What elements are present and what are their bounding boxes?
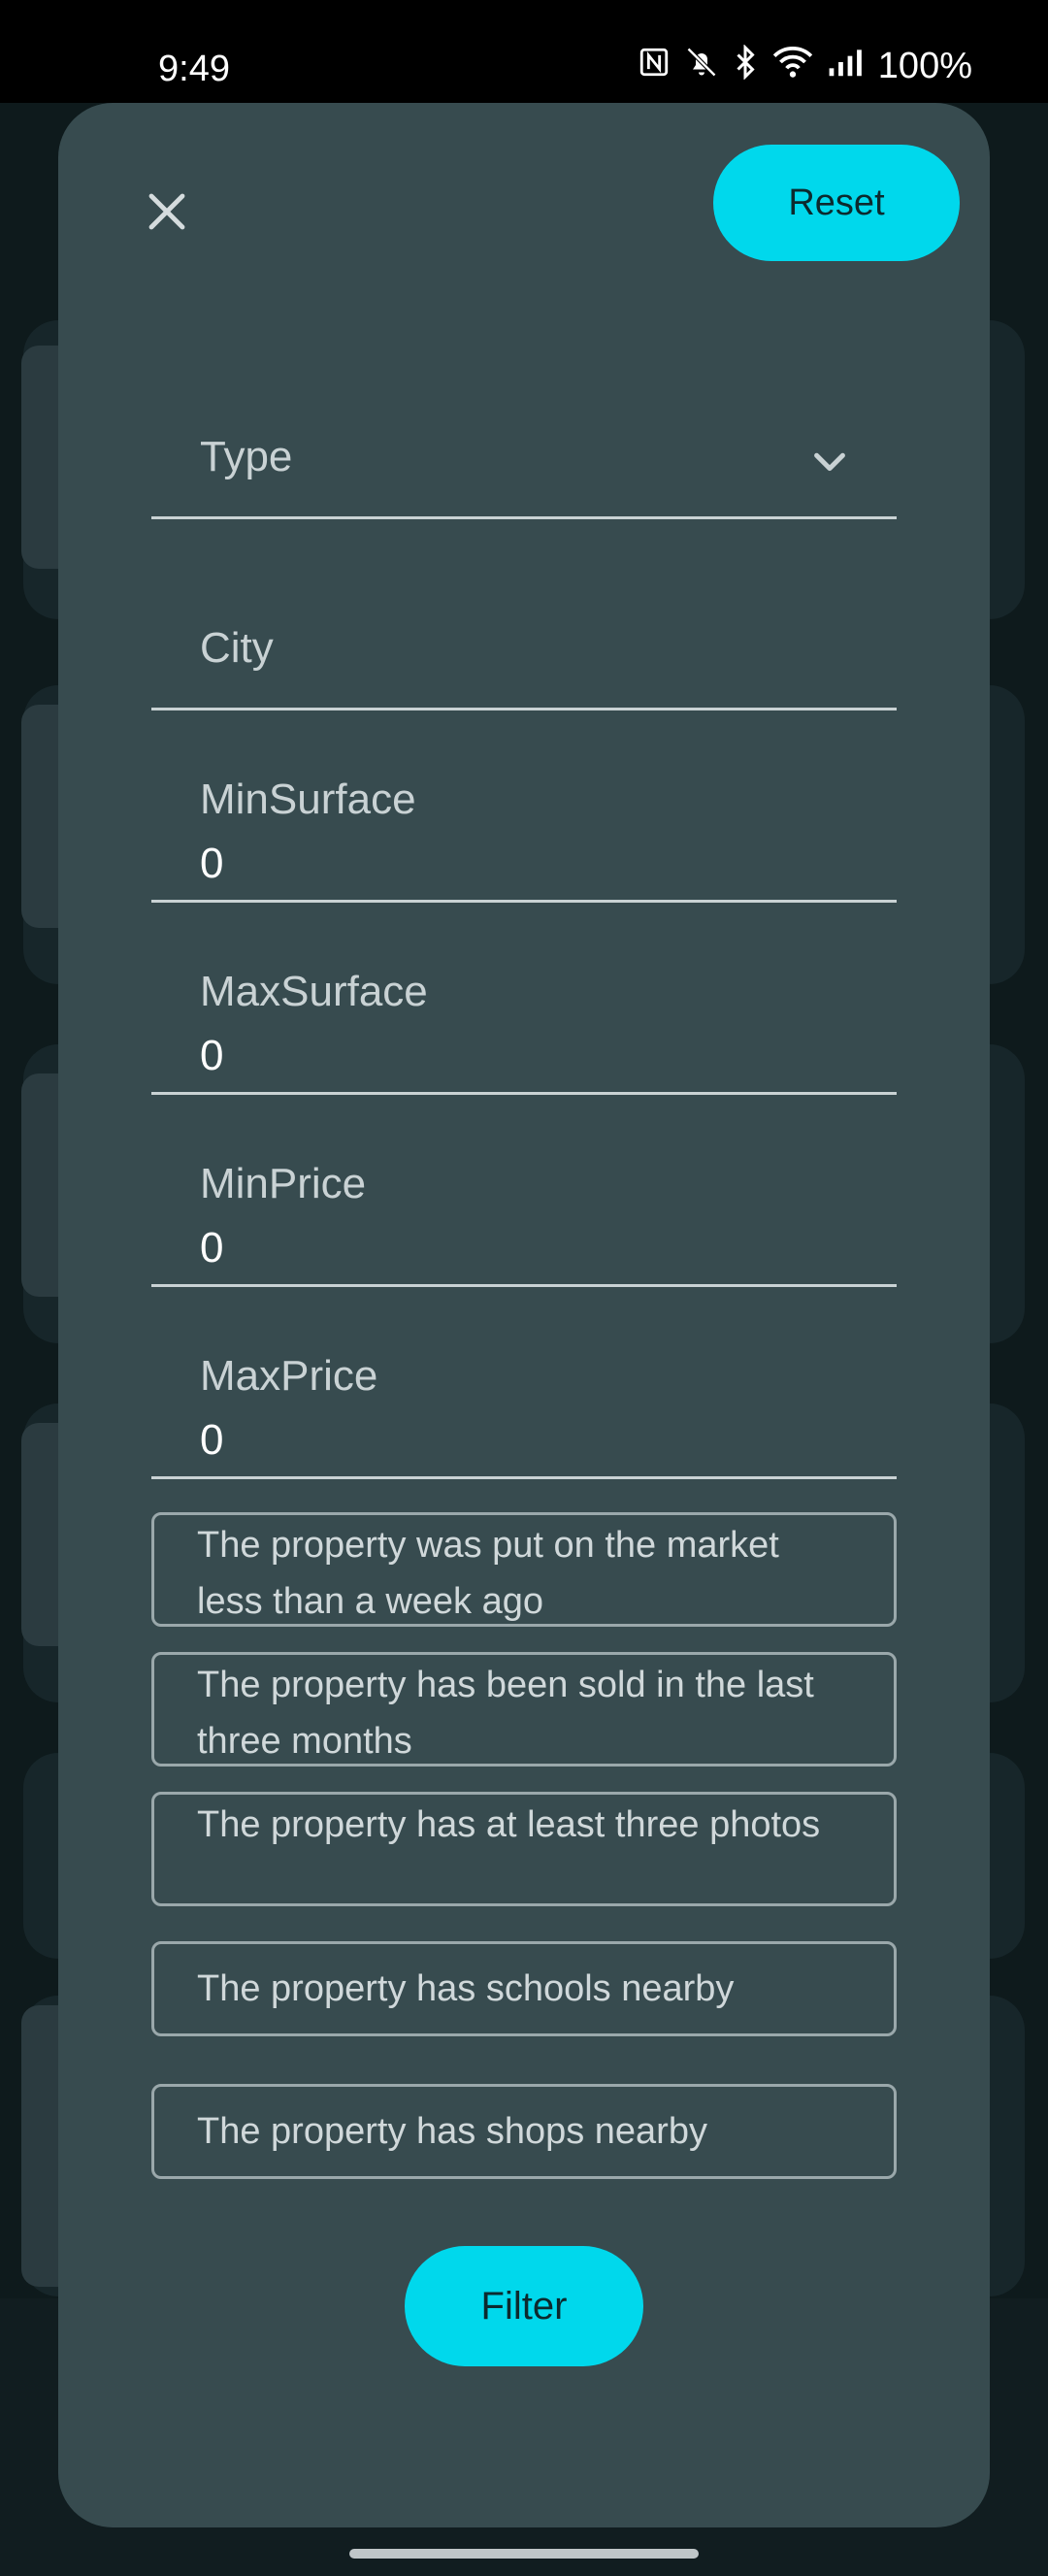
battery-level: 100% — [877, 46, 972, 86]
bluetooth-icon — [733, 44, 758, 88]
max-surface-field[interactable]: MaxSurface 0 — [151, 902, 897, 1095]
signal-icon — [828, 46, 865, 87]
max-price-field[interactable]: MaxPrice 0 — [151, 1286, 897, 1479]
chevron-down-icon — [814, 452, 845, 472]
max-surface-label: MaxSurface — [200, 968, 428, 1015]
chip-shops-nearby[interactable]: The property has shops nearby — [151, 2084, 897, 2179]
close-button[interactable] — [126, 171, 208, 252]
max-price-value: 0 — [200, 1416, 224, 1464]
status-time: 9:49 — [158, 49, 230, 89]
type-label: Type — [200, 433, 293, 480]
type-dropdown[interactable]: Type — [151, 326, 897, 519]
min-surface-value: 0 — [200, 840, 224, 887]
reset-button[interactable]: Reset — [713, 145, 960, 261]
filter-dialog: Reset Type City MinSurface 0 MaxSurface … — [58, 103, 990, 2527]
min-price-field[interactable]: MinPrice 0 — [151, 1094, 897, 1287]
max-price-label: MaxPrice — [200, 1352, 378, 1400]
bell-off-icon — [684, 45, 719, 88]
chip-listed-last-week[interactable]: The property was put on the market less … — [151, 1512, 897, 1627]
min-price-label: MinPrice — [200, 1160, 367, 1207]
min-price-value: 0 — [200, 1224, 224, 1271]
status-icons: 100% — [638, 44, 972, 88]
min-surface-label: MinSurface — [200, 776, 416, 823]
city-field[interactable]: City — [151, 517, 897, 710]
wifi-icon — [771, 45, 814, 88]
city-label: City — [200, 624, 274, 672]
close-icon — [148, 193, 185, 230]
min-surface-field[interactable]: MinSurface 0 — [151, 710, 897, 903]
nfc-icon — [638, 46, 671, 87]
chip-three-photos[interactable]: The property has at least three photos — [151, 1792, 897, 1906]
chip-sold-last-three-months[interactable]: The property has been sold in the last t… — [151, 1652, 897, 1767]
max-surface-value: 0 — [200, 1032, 224, 1079]
chip-schools-nearby[interactable]: The property has schools nearby — [151, 1941, 897, 2036]
home-indicator[interactable] — [349, 2549, 699, 2559]
status-bar: 9:49 100% — [0, 0, 1048, 103]
filter-button[interactable]: Filter — [405, 2246, 643, 2366]
